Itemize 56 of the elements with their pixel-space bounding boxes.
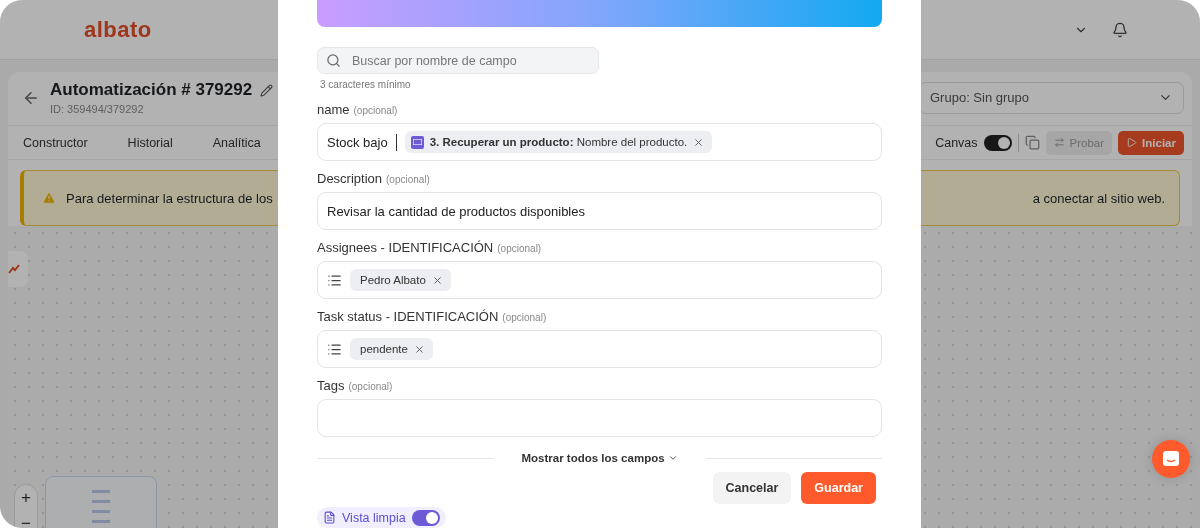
chip-text: pendente [360,343,408,355]
field-label: Task status - IDENTIFICACIÓN [317,309,499,324]
field-label: Assignees - IDENTIFICACIÓN [317,240,494,255]
list-icon [327,272,342,288]
select-field[interactable]: Pedro Albato [317,261,882,299]
warning-text: a conectar al sitio web. [1032,190,1165,206]
pencil-icon[interactable] [260,83,274,97]
warning-icon [42,191,56,205]
copy-icon[interactable] [1024,135,1040,150]
variable-token[interactable]: 3. Recuperar un producto: Nombre del producto. [404,131,713,153]
field-value: Stock bajo [327,134,388,150]
bell-icon[interactable] [1112,21,1128,38]
search-field[interactable]: Buscar por nombre de campo [317,47,599,74]
chat-icon [1162,450,1180,468]
warning-text: Para determinar la estructura de los [66,190,273,206]
automation-id: ID: 359494/379292 [50,103,145,115]
text-cursor [395,133,397,151]
automation-title: Automatización # 379292 [50,80,253,100]
text-field[interactable]: Revisar la cantidad de productos disponibles [317,192,882,230]
tab[interactable]: Analítica [212,135,261,150]
chevron-down-icon [667,453,678,463]
optional-hint: (opcional) [348,381,393,392]
list-icon [327,341,342,357]
token-text: 3. Recuperar un producto: Nombre del producto. [429,136,688,148]
show-all-fields-button[interactable]: Mostrar todos los campos [521,452,678,464]
swap-arrows-icon [1053,137,1065,148]
zigzag-icon [8,264,20,274]
clean-view-toggle[interactable]: Vista limpia [317,507,446,528]
select-field[interactable]: pendente [317,330,882,368]
chip-text: Pedro Albato [360,274,426,286]
document-icon [323,511,336,524]
canvas-toggle[interactable] [983,134,1012,151]
side-tab[interactable] [8,251,28,287]
optional-hint: (opcional) [353,105,398,116]
play-icon [1126,137,1138,148]
optional-hint: (opcional) [386,174,430,185]
field-label: Description [317,171,383,186]
app-icon [410,135,424,149]
remove-button[interactable] [431,274,443,286]
field-label: name [317,102,350,117]
optional-hint: (opcional) [502,312,547,323]
field-label: Tags [317,378,345,393]
optional-hint: (opcional) [497,243,542,254]
field-value: Revisar la cantidad de productos disponibles [327,203,585,219]
canvas-label: Canvas [935,135,978,150]
remove-button[interactable] [413,343,425,355]
search-hint: 3 caracteres mínimo [320,79,412,90]
remove-button[interactable] [693,136,705,148]
text-field[interactable]: Stock bajo 3. Recuperar un producto: Nombre del producto. [317,123,882,161]
tab[interactable]: Historial [127,135,173,150]
zoom-button[interactable]: + [15,485,37,511]
search-icon [326,53,341,68]
tab[interactable]: Constructor [23,135,88,150]
zoom-button[interactable]: − [15,511,37,528]
cancel-button[interactable]: Cancelar [712,472,792,504]
text-field[interactable] [317,399,882,437]
